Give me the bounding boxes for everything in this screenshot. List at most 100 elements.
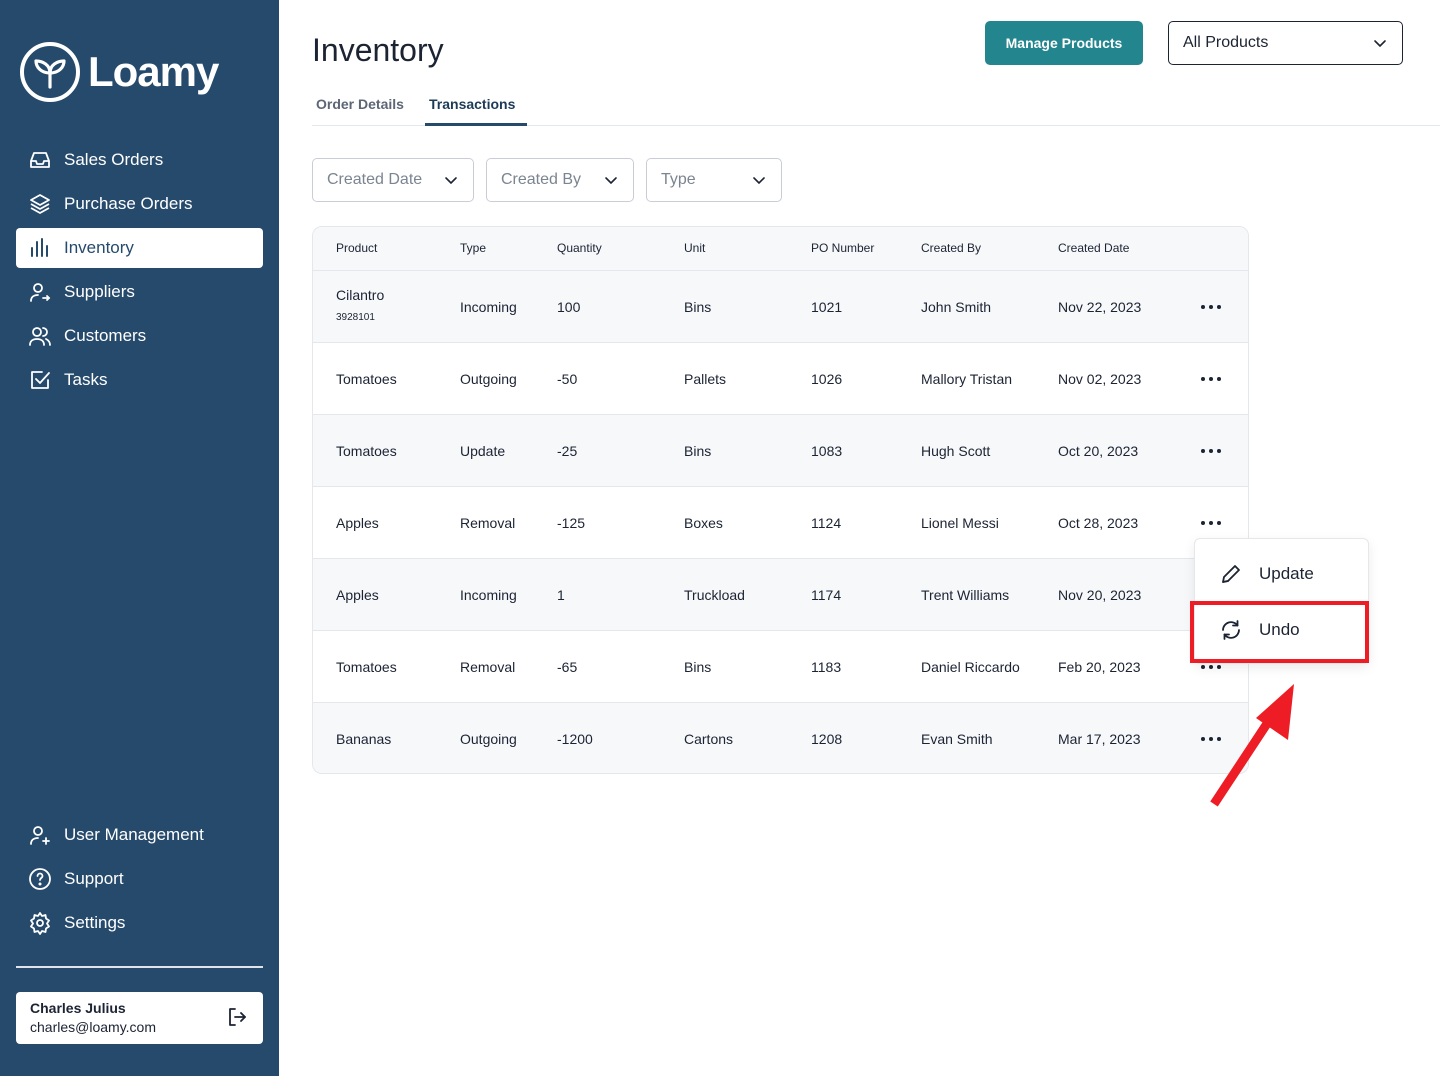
sidebar-item-label: Settings bbox=[64, 913, 126, 932]
cell-quantity: -50 bbox=[557, 371, 578, 387]
tab-order-details[interactable]: Order Details bbox=[316, 96, 404, 112]
pointer-arrow-icon bbox=[1210, 684, 1294, 807]
sidebar-item-tasks[interactable]: Tasks bbox=[16, 360, 263, 400]
sidebar-item-label: Sales Orders bbox=[64, 150, 164, 169]
column-header[interactable]: Product bbox=[336, 241, 377, 255]
column-header[interactable]: Created By bbox=[921, 241, 981, 255]
sidebar-item-suppliers[interactable]: Suppliers bbox=[16, 272, 263, 312]
more-options-icon[interactable] bbox=[1199, 295, 1223, 319]
transactions-table: Product Type Quantity Unit PO Number Cre… bbox=[312, 226, 1249, 774]
cell-type: Outgoing bbox=[460, 371, 517, 387]
cell-created-date: Nov 20, 2023 bbox=[1058, 587, 1142, 603]
cell-unit: Boxes bbox=[684, 515, 723, 531]
product-select[interactable]: All Products bbox=[1168, 21, 1403, 65]
sidebar-item-label: Suppliers bbox=[64, 282, 135, 301]
column-header[interactable]: PO Number bbox=[811, 241, 874, 255]
more-options-icon[interactable] bbox=[1199, 511, 1223, 535]
cell-po-number: 1083 bbox=[811, 443, 843, 459]
cell-product: Tomatoes bbox=[336, 443, 397, 459]
chevron-down-icon bbox=[445, 177, 457, 185]
table-row[interactable]: Bananas Outgoing -1200 Cartons 1208 Evan… bbox=[313, 703, 1248, 773]
gear-icon bbox=[30, 912, 50, 935]
menu-item-update[interactable]: Update bbox=[1195, 552, 1368, 596]
more-options-icon[interactable] bbox=[1199, 439, 1223, 463]
sidebar-item-label: Inventory bbox=[64, 238, 134, 257]
cell-created-by: Daniel Riccardo bbox=[921, 659, 1020, 675]
cell-po-number: 1208 bbox=[811, 731, 843, 747]
highlight-box bbox=[1190, 601, 1369, 663]
filter-created-by[interactable]: Created By bbox=[486, 158, 634, 202]
sidebar-item-label: Purchase Orders bbox=[64, 194, 193, 213]
column-header[interactable]: Unit bbox=[684, 241, 705, 255]
cell-quantity: 100 bbox=[557, 299, 581, 315]
sidebar-item-support[interactable]: Support bbox=[16, 859, 263, 899]
cell-created-date: Oct 20, 2023 bbox=[1058, 443, 1139, 459]
active-tab-indicator bbox=[425, 123, 527, 126]
cell-type: Removal bbox=[460, 515, 516, 531]
cell-quantity: -25 bbox=[557, 443, 578, 459]
user-card: Charles Julius charles@loamy.com bbox=[16, 992, 263, 1044]
cell-type: Incoming bbox=[460, 299, 517, 315]
column-header[interactable]: Created Date bbox=[1058, 241, 1129, 255]
brand-name: Loamy bbox=[88, 48, 219, 95]
table-row[interactable]: Tomatoes Removal -65 Bins 1183 Daniel Ri… bbox=[313, 631, 1248, 703]
cell-product: Apples bbox=[336, 515, 379, 531]
filter-created-date[interactable]: Created Date bbox=[312, 158, 474, 202]
sidebar: Loamy Sales Orders Purchase Orders Inven… bbox=[0, 0, 279, 1076]
user-arrow-icon bbox=[30, 283, 51, 302]
sidebar-item-customers[interactable]: Customers bbox=[16, 316, 263, 356]
column-header[interactable]: Type bbox=[460, 241, 486, 255]
column-header[interactable]: Quantity bbox=[557, 241, 602, 255]
sidebar-item-purchase-orders[interactable]: Purchase Orders bbox=[16, 184, 263, 224]
more-options-icon[interactable] bbox=[1199, 367, 1223, 391]
logo[interactable]: Loamy bbox=[20, 42, 219, 102]
table-row[interactable]: Tomatoes Outgoing -50 Pallets 1026 Mallo… bbox=[313, 343, 1248, 415]
table-row[interactable]: Cilantro 3928101 Incoming 100 Bins 1021 … bbox=[313, 271, 1248, 343]
cell-product: Bananas bbox=[336, 731, 392, 747]
manage-products-button[interactable]: Manage Products bbox=[985, 21, 1143, 65]
cell-type: Update bbox=[460, 443, 506, 459]
cell-created-date: Feb 20, 2023 bbox=[1058, 659, 1141, 675]
checkbox-icon bbox=[31, 371, 50, 389]
cell-quantity: -65 bbox=[557, 659, 578, 675]
table-row[interactable]: Apples Removal -125 Boxes 1124 Lionel Me… bbox=[313, 487, 1248, 559]
user-email: charles@loamy.com bbox=[30, 1019, 156, 1035]
sidebar-item-settings[interactable]: Settings bbox=[16, 903, 263, 943]
cell-created-date: Nov 22, 2023 bbox=[1058, 299, 1142, 315]
cell-unit: Pallets bbox=[684, 371, 727, 387]
filter-label: Created Date bbox=[327, 171, 423, 188]
page-title: Inventory bbox=[312, 32, 444, 68]
tab-transactions[interactable]: Transactions bbox=[429, 96, 515, 112]
chevron-down-icon bbox=[605, 177, 617, 185]
product-select-value: All Products bbox=[1183, 34, 1269, 51]
cell-created-by: Mallory Tristan bbox=[921, 371, 1013, 387]
cell-quantity: -1200 bbox=[557, 731, 593, 747]
sidebar-divider bbox=[16, 966, 263, 968]
table-row[interactable]: Apples Incoming 1 Truckload 1174 Trent W… bbox=[313, 559, 1248, 631]
pencil-icon bbox=[1222, 565, 1240, 583]
cell-created-by: Lionel Messi bbox=[921, 515, 999, 531]
users-icon bbox=[29, 327, 51, 346]
sidebar-item-label: Customers bbox=[64, 326, 147, 345]
logout-icon[interactable] bbox=[225, 1005, 249, 1029]
cell-po-number: 1021 bbox=[811, 299, 843, 315]
cell-created-date: Oct 28, 2023 bbox=[1058, 515, 1139, 531]
bar-chart-icon bbox=[31, 238, 48, 257]
chevron-down-icon bbox=[753, 177, 765, 185]
sidebar-item-label: User Management bbox=[64, 825, 204, 844]
menu-item-label: Update bbox=[1259, 564, 1314, 583]
sidebar-item-label: Tasks bbox=[64, 370, 108, 389]
sidebar-item-label: Support bbox=[64, 869, 124, 888]
cell-created-by: Hugh Scott bbox=[921, 443, 991, 459]
cell-po-number: 1124 bbox=[811, 515, 842, 531]
table-row[interactable]: Tomatoes Update -25 Bins 1083 Hugh Scott… bbox=[313, 415, 1248, 487]
cell-unit: Truckload bbox=[684, 587, 745, 603]
filter-type[interactable]: Type bbox=[646, 158, 782, 202]
sidebar-item-user-management[interactable]: User Management bbox=[16, 815, 263, 855]
filter-label: Type bbox=[661, 171, 696, 188]
cell-product: Tomatoes bbox=[336, 371, 397, 387]
user-plus-icon bbox=[30, 826, 50, 845]
sidebar-item-sales-orders[interactable]: Sales Orders bbox=[16, 140, 263, 180]
sidebar-item-inventory[interactable]: Inventory bbox=[16, 228, 263, 268]
cell-unit: Bins bbox=[684, 443, 712, 459]
